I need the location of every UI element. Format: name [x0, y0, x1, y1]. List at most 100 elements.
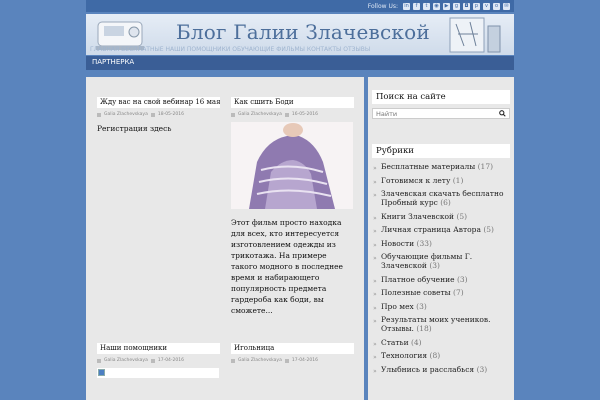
category-count: (4) — [410, 337, 422, 347]
category-name[interactable]: Обучающие фильмы Г. Злачевской — [381, 252, 472, 270]
sidebar: Поиск на сайте Найти Рубрики » Бесплатные… — [368, 77, 514, 400]
bullet-icon: » — [373, 291, 377, 298]
odnoklassniki-icon[interactable]: o — [493, 2, 500, 10]
category-name[interactable]: Полезные советы — [381, 288, 451, 297]
search-placeholder: Найти — [376, 110, 398, 118]
categories-widget: Рубрики » Бесплатные материалы (17) » Готов… — [372, 144, 510, 378]
post-author[interactable]: Galia Zlachevskaya — [238, 112, 282, 117]
search-input[interactable]: Найти — [372, 108, 510, 119]
author-icon — [97, 112, 101, 117]
category-count: (3) — [429, 261, 440, 270]
youtube-icon[interactable]: ▶ — [443, 2, 450, 10]
bullet-icon: » — [373, 255, 377, 262]
category-name[interactable]: Результаты моих учеников. Отзывы. — [381, 315, 491, 333]
category-name[interactable]: Статьи — [381, 338, 409, 347]
pattern-board-icon — [449, 17, 501, 53]
category-item[interactable]: » Полезные советы (7) — [372, 288, 510, 298]
category-count: (5) — [456, 211, 468, 221]
category-item[interactable]: » Обучающие фильмы Г. Злачевской (3) — [372, 252, 510, 270]
category-count: (18) — [416, 324, 432, 333]
category-name[interactable]: Готовимся к лету — [381, 176, 450, 185]
broken-image-icon — [98, 369, 105, 376]
search-icon[interactable] — [499, 110, 506, 117]
post-excerpt: Этот фильм просто находка для всех, кто … — [231, 218, 343, 315]
bullet-icon: » — [373, 214, 377, 222]
post-card: Наши помощники Galia Zlachevskaya 17-04-… — [97, 343, 220, 378]
post-image-placeholder[interactable] — [97, 368, 219, 378]
author-icon — [97, 358, 101, 363]
calendar-icon — [150, 358, 155, 363]
category-count: (3) — [456, 274, 468, 284]
category-item[interactable]: » Улыбнись и расслабься (3) — [372, 365, 510, 375]
category-count: (6) — [440, 198, 451, 207]
facebook-icon[interactable]: f — [413, 2, 420, 10]
category-name[interactable]: Улыбнись и расслабься — [381, 365, 474, 374]
post-date: 18-05-2016 — [157, 112, 184, 117]
twitter-icon[interactable]: t — [423, 2, 430, 10]
post-thumbnail[interactable] — [231, 122, 353, 209]
category-item[interactable]: » Платное обучение (3) — [372, 274, 510, 285]
header-ghost-nav: ГЛАВНАЯ БЕСПЛАТНЫЕ НАШИ ПОМОЩНИКИ ОБУЧАЮ… — [90, 46, 371, 53]
search-widget: Поиск на сайте Найти — [372, 90, 510, 119]
category-item[interactable]: » Про мех (3) — [372, 302, 510, 312]
post-author[interactable]: Galia Zlachevskaya — [104, 112, 148, 117]
bullet-icon: » — [373, 340, 377, 348]
social-bar: Follow Us: in f t ◉ ▶ g ◘ p v o ✉ — [86, 0, 514, 12]
category-name[interactable]: Платное обучение — [381, 275, 455, 284]
menu-item-partnerka[interactable]: ПАРТНЕРКА — [92, 58, 134, 66]
category-item[interactable]: » Результаты моих учеников. Отзывы. (18) — [372, 315, 510, 333]
bullet-icon: » — [373, 354, 377, 361]
categories-widget-title: Рубрики — [372, 144, 510, 158]
bullet-icon: » — [373, 178, 377, 186]
post-author[interactable]: Galia Zlachevskaya — [238, 358, 282, 363]
category-item[interactable]: » Злачевская скачать бесплатно Пробный ку… — [372, 189, 510, 207]
vk-icon[interactable]: v — [483, 2, 490, 10]
category-name[interactable]: Про мех — [381, 302, 414, 311]
site-title[interactable]: Блог Галии Злачевской — [176, 20, 430, 44]
category-name[interactable]: Личная страница Автора — [381, 225, 481, 234]
post-card: Игольница Galia Zlachevskaya 17-04-2016 — [231, 343, 354, 363]
author-icon — [231, 112, 235, 117]
category-item[interactable]: » Личная страница Автора (5) — [372, 225, 510, 235]
category-name[interactable]: Бесплатные материалы — [381, 162, 475, 171]
post-title[interactable]: Жду вас на свой вебинар 16 мая — [97, 97, 220, 108]
bullet-icon: » — [373, 165, 377, 172]
post-title[interactable]: Как сшить Боди — [231, 97, 354, 108]
calendar-icon — [284, 358, 289, 363]
category-count: (17) — [477, 162, 494, 171]
category-count: (33) — [416, 238, 432, 248]
category-name[interactable]: Новости — [381, 239, 414, 248]
category-name[interactable]: Книги Злачевской — [381, 212, 454, 221]
post-title[interactable]: Наши помощники — [97, 343, 220, 354]
post-date: 16-05-2016 — [291, 112, 318, 117]
bullet-icon: » — [373, 318, 377, 325]
post-author[interactable]: Galia Zlachevskaya — [104, 358, 148, 363]
instagram-icon[interactable]: ◘ — [463, 2, 470, 10]
calendar-icon — [284, 112, 289, 117]
post-card: Жду вас на свой вебинар 16 мая Galia Zla… — [97, 97, 220, 134]
bullet-icon: » — [373, 228, 377, 235]
search-widget-title: Поиск на сайте — [372, 90, 510, 104]
linkedin-icon[interactable]: in — [403, 2, 410, 10]
category-item[interactable]: » Новости (33) — [372, 238, 510, 249]
category-name[interactable]: Технология — [381, 351, 427, 360]
category-item[interactable]: » Книги Злачевской (5) — [372, 211, 510, 222]
category-count: (8) — [429, 351, 441, 360]
category-item[interactable]: » Технология (8) — [372, 351, 510, 361]
mail-icon[interactable]: ✉ — [503, 2, 510, 10]
post-meta: Galia Zlachevskaya 16-05-2016 — [231, 112, 354, 117]
main-menu: ПАРТНЕРКА — [86, 56, 514, 70]
categories-list: » Бесплатные материалы (17) » Готовимся к л… — [372, 162, 510, 375]
post-date: 17-04-2016 — [157, 358, 184, 363]
post-title[interactable]: Игольница — [231, 343, 354, 354]
category-item[interactable]: » Готовимся к лету (1) — [372, 176, 510, 186]
category-item[interactable]: » Бесплатные материалы (17) — [372, 162, 510, 172]
google-plus-icon[interactable]: g — [453, 2, 460, 10]
bullet-icon: » — [373, 241, 377, 249]
rss-icon[interactable]: ◉ — [433, 2, 440, 10]
bullet-icon: » — [373, 277, 377, 285]
pinterest-icon[interactable]: p — [473, 2, 480, 10]
category-item[interactable]: » Статьи (4) — [372, 337, 510, 348]
post-date: 17-04-2016 — [291, 358, 318, 363]
post-card: Как сшить Боди Galia Zlachevskaya 16-05-… — [231, 97, 354, 316]
